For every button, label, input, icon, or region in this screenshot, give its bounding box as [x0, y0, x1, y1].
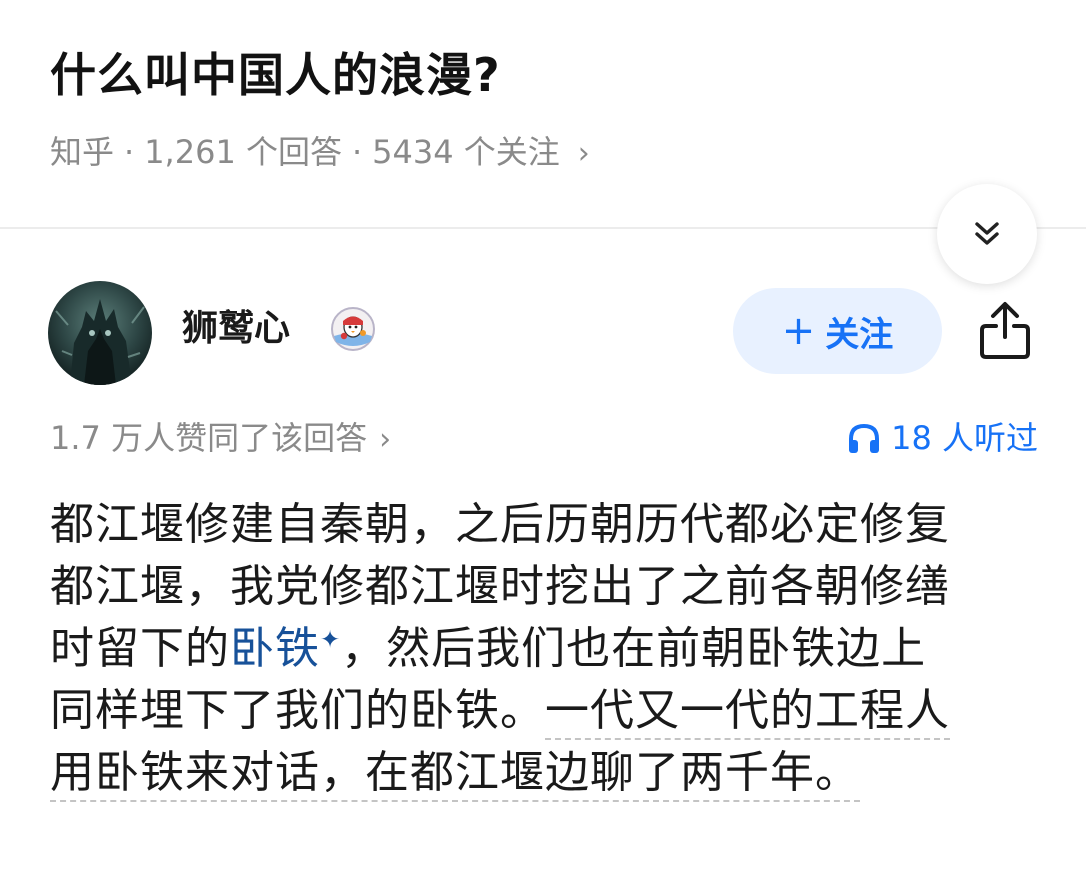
headphones-icon [849, 423, 880, 453]
answer-content[interactable]: 都江堰修建自秦朝，之后历朝历代都必定修复 都江堰，我党修都江堰时挖出了之前各朝修… [50, 494, 1050, 804]
highlighted-text[interactable]: 用卧铁来对话，在都江堰边聊了两千年。 [50, 747, 860, 802]
chevron-right-icon: › [577, 136, 590, 171]
question-meta[interactable]: 知乎 · 1,261 个回答 · 5434 个关注 › [50, 128, 590, 178]
meta-separator: · [124, 133, 135, 171]
author-avatar[interactable] [48, 281, 152, 385]
author-name[interactable]: 狮鹫心 [182, 302, 290, 356]
plus-icon: + [781, 308, 816, 354]
header-divider [0, 227, 1086, 229]
wolie-link[interactable]: 卧铁 [230, 623, 320, 674]
listen-button[interactable]: 18 人听过 [847, 413, 1038, 463]
answer-line: 用卧铁来对话，在都江堰边聊了两千年。 [50, 742, 1050, 804]
share-button[interactable] [972, 297, 1038, 363]
penguin-badge-icon[interactable] [330, 306, 376, 352]
chevron-right-icon: › [379, 422, 392, 457]
listeners-count: 18 人听过 [891, 419, 1038, 457]
answer-line: 同样埋下了我们的卧铁。一代又一代的工程人 [50, 680, 1050, 742]
answer-line: 都江堰修建自秦朝，之后历朝历代都必定修复 [50, 499, 950, 550]
votes-count: 1.7 万人赞同了该回答 [50, 419, 368, 457]
answer-line: 时留下的卧铁✦，然后我们也在前朝卧铁边上 [50, 618, 1050, 680]
follow-button[interactable]: + 关注 [733, 288, 942, 374]
share-icon [980, 302, 1030, 359]
source-label: 知乎 [50, 133, 115, 171]
double-chevron-down-icon [975, 222, 999, 245]
votes-link[interactable]: 1.7 万人赞同了该回答 › [50, 413, 391, 465]
question-title[interactable]: 什么叫中国人的浪漫? [50, 40, 501, 110]
answer-line: 都江堰，我党修都江堰时挖出了之前各朝修缮 [50, 561, 950, 612]
meta-separator: · [351, 133, 363, 171]
avatar-image [48, 281, 152, 385]
highlighted-text[interactable]: 一代又一代的工程人 [545, 685, 950, 740]
answer-text: 时留下的 [50, 623, 230, 674]
collapse-button[interactable] [937, 184, 1037, 284]
follow-button-label: 关注 [825, 314, 894, 355]
answers-count: 1,261 个回答 [144, 133, 342, 171]
answer-text: ，然后我们也在前朝卧铁边上 [341, 623, 927, 674]
answer-text: 同样埋下了我们的卧铁。 [50, 685, 545, 736]
followers-count: 5434 个关注 [372, 133, 560, 171]
sparkle-icon: ✦ [320, 625, 342, 654]
